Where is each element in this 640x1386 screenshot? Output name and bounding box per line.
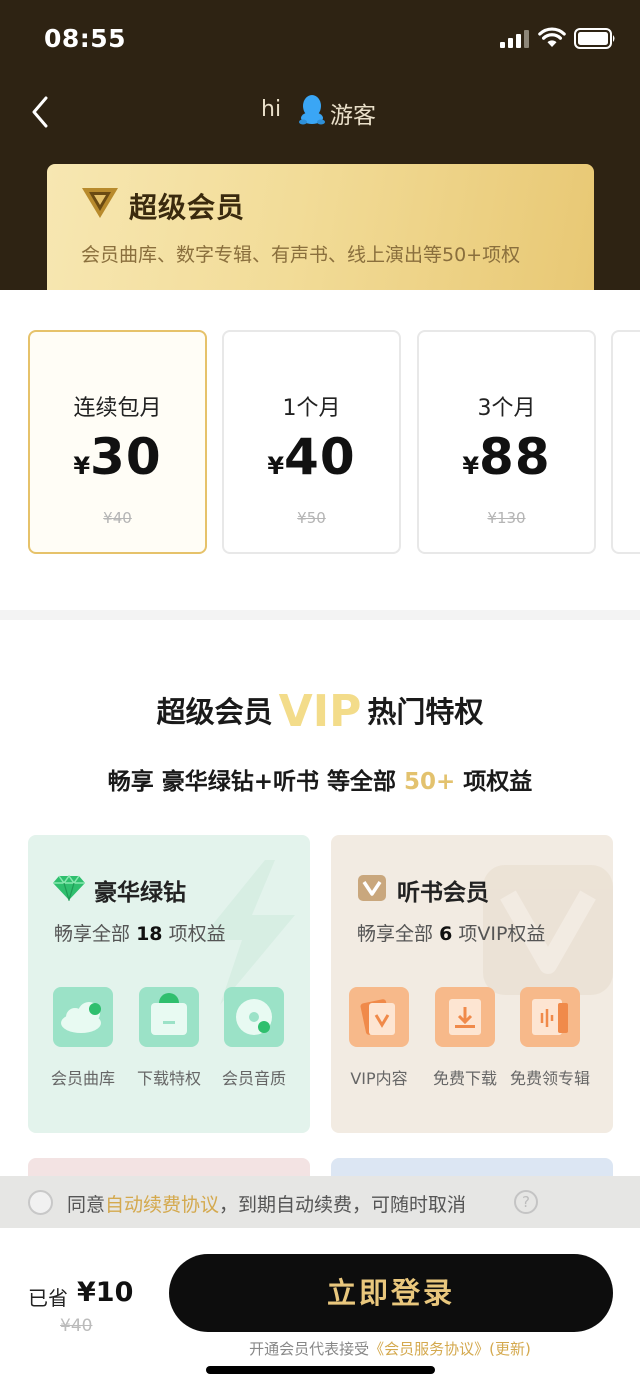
agreement-text: 同意自动续费协议，到期自动续费，可随时取消 [67,1194,467,1216]
benefit-card-title: 听书会员 [397,880,489,906]
terms-notice: 开通会员代表接受《会员服务协议》(更新) [249,1340,531,1358]
plan-name: 3个月 [477,396,536,421]
plan-name: 连续包月 [73,396,162,421]
service-agreement-link[interactable]: 《会员服务协议》(更新) [369,1340,531,1358]
vip-banner-description: 会员曲库、数字专辑、有声书、线上演出等50+项权 [81,244,521,266]
vip-banner-title: 超级会员 [129,191,246,224]
feature-vip-content[interactable]: VIP内容 [337,987,421,1089]
saved-amount: ¥10 [77,1277,134,1308]
plan-name: 1个月 [282,396,341,421]
feature-label: 会员曲库 [50,1069,115,1088]
feature-free-download[interactable]: 免费下载 [423,987,507,1089]
home-indicator [206,1366,435,1374]
vip-v-logo-icon [82,188,118,218]
nav-greeting: hi [261,97,282,122]
back-icon[interactable] [26,92,56,132]
nav-bar: hi 游客 [0,86,640,138]
feature-label: VIP内容 [350,1069,408,1088]
plan-price: ¥88 [462,428,551,486]
status-bar: 08:55 [0,0,640,80]
wifi-icon [538,27,566,47]
benefit-card-description: 畅享全部 6 项VIP权益 [357,923,546,945]
download-book-icon [435,987,495,1047]
agree-checkbox[interactable] [28,1190,53,1215]
benefit-card-title: 豪华绿钻 [94,880,186,906]
feature-label: 免费领专辑 [509,1069,590,1088]
section-divider [0,610,640,620]
feature-member-library[interactable]: 会员曲库 [41,987,125,1089]
cd-disc-icon [224,987,284,1047]
plan-price: ¥30 [73,428,162,486]
benefit-card-description: 畅享全部 18 项权益 [54,923,226,945]
auto-renew-agreement-link[interactable]: 自动续费协议 [105,1194,219,1216]
status-time: 08:55 [44,24,127,53]
download-box-icon [139,987,199,1047]
feature-free-album[interactable]: 免费领专辑 [508,987,592,1089]
bottom-purchase-bar: 已省 ¥10 ¥40 立即登录 开通会员代表接受《会员服务协议》(更新) [0,1228,640,1386]
benefit-card-audiobook[interactable]: 听书会员 畅享全部 6 项VIP权益 VIP内容 免费下载 免费领专辑 [331,835,613,1133]
saved-label: 已省 [28,1286,68,1310]
benefit-card-green-diamond[interactable]: 豪华绿钻 畅享全部 18 项权益 会员曲库 下载特权 会员音质 [28,835,310,1133]
auto-renew-agreement-bar: 同意自动续费协议，到期自动续费，可随时取消 ? [0,1176,640,1228]
plan-price: ¥40 [267,428,356,486]
cloud-music-icon [53,987,113,1047]
feature-sound-quality[interactable]: 会员音质 [212,987,296,1089]
saved-original-price: ¥40 [60,1316,93,1336]
privileges-subtitle: 畅享 豪华绿钻+听书 等全部 50+ 项权益 [107,769,533,795]
plan-card-1-month[interactable]: 1个月 ¥40 ¥50 [222,330,401,554]
plan-selector: 连续包月 ¥30 ¥40 1个月 ¥40 ¥50 3个月 ¥88 ¥130 [0,290,640,610]
audiobook-v-icon [358,875,386,901]
privileges-title: 超级会员 VIP 热门特权 [156,686,484,737]
plan-card-next-partial[interactable] [611,330,640,554]
feature-label: 会员音质 [221,1069,286,1088]
plan-original-price: ¥130 [487,509,526,527]
plan-original-price: ¥40 [103,509,132,527]
login-button[interactable]: 立即登录 [169,1254,613,1332]
feature-label: 免费下载 [432,1069,497,1088]
qq-penguin-icon [299,95,325,125]
vip-banner: 超级会员 会员曲库、数字专辑、有声书、线上演出等50+项权 [47,164,594,290]
green-diamond-icon [53,875,85,901]
plan-original-price: ¥50 [297,509,326,527]
audio-album-icon [520,987,580,1047]
vip-book-icon [349,987,409,1047]
plan-card-3-months[interactable]: 3个月 ¥88 ¥130 [417,330,596,554]
battery-icon [574,28,615,49]
feature-label: 下载特权 [136,1069,201,1088]
help-icon[interactable]: ? [514,1190,538,1214]
plan-card-monthly-auto[interactable]: 连续包月 ¥30 ¥40 [28,330,207,554]
nav-username: 游客 [330,103,376,129]
signal-icon [500,30,529,48]
feature-download[interactable]: 下载特权 [127,987,211,1089]
